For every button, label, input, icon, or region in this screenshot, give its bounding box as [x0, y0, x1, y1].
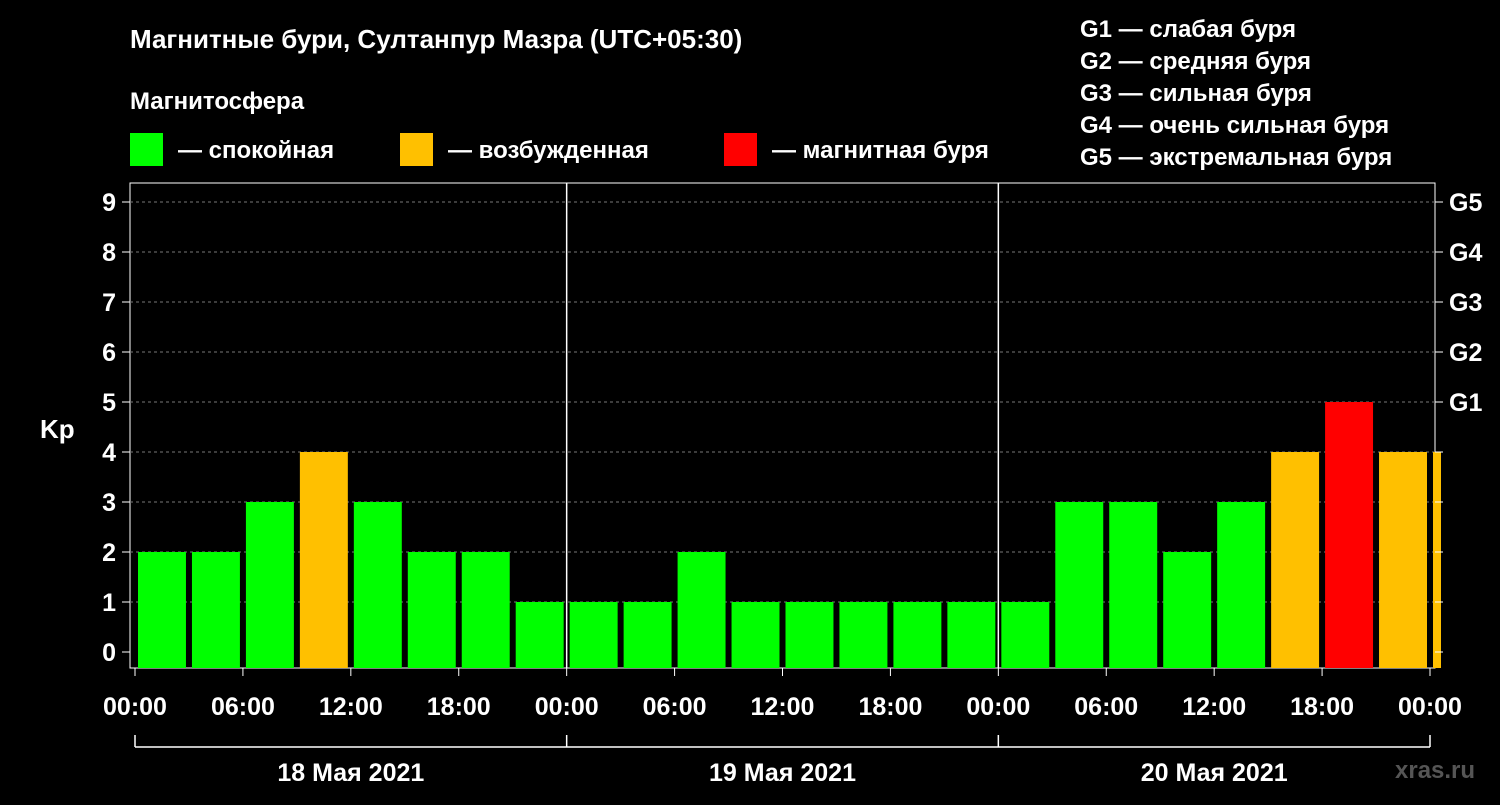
- g-scale-item-1: G1 — слабая буря: [1080, 16, 1296, 43]
- bar: [947, 602, 996, 668]
- date-label: 19 Мая 2021: [709, 759, 856, 787]
- bar: [1325, 402, 1374, 668]
- x-tick-label: 00:00: [103, 693, 167, 721]
- plot-area: 0 1 2 3 4 5 6 7 8 9 G1 G2 G3 G4 G5 00:00 06:00 12:00 18:00…: [102, 182, 1482, 787]
- chart-subtitle: Магнитосфера: [130, 88, 305, 115]
- legend-label-storm: — магнитная буря: [772, 137, 989, 164]
- y-tick-label: 1: [102, 589, 116, 617]
- g-tick-label-G3: G3: [1449, 289, 1482, 317]
- bar: [731, 602, 780, 668]
- bar: [461, 552, 510, 668]
- bar: [1001, 602, 1050, 668]
- bar: [1055, 502, 1104, 668]
- g-scale-item-4: G4 — очень сильная буря: [1080, 112, 1389, 139]
- bar: [623, 602, 672, 668]
- g-scale-item-3: G3 — сильная буря: [1080, 80, 1312, 107]
- bar: [191, 552, 240, 668]
- legend-swatch-active: [400, 133, 433, 166]
- watermark: xras.ru: [1395, 757, 1475, 784]
- y-tick-label: 5: [102, 389, 116, 417]
- bar: [785, 602, 834, 668]
- x-tick-label: 18:00: [858, 693, 922, 721]
- date-label: 20 Мая 2021: [1141, 759, 1288, 787]
- y-tick-label: 6: [102, 339, 116, 367]
- y-tick-label: 0: [102, 639, 116, 667]
- bar: [407, 552, 456, 668]
- g-scale-legend: G1 — слабая буря G2 — средняя буря G3 — си…: [1080, 16, 1392, 171]
- x-tick-label: 12:00: [751, 693, 815, 721]
- legend-label-active: — возбужденная: [448, 137, 649, 164]
- bar: [569, 602, 618, 668]
- status-legend: — спокойная — возбужденная — магнитная бур…: [130, 133, 989, 166]
- x-tick-label: 18:00: [427, 693, 491, 721]
- bar: [1109, 502, 1158, 668]
- y-tick-label: 7: [102, 289, 116, 317]
- bar: [353, 502, 402, 668]
- bar: [1433, 452, 1441, 668]
- x-tick-label: 18:00: [1290, 693, 1354, 721]
- y-tick-label: 9: [102, 189, 116, 217]
- x-tick-label: 00:00: [535, 693, 599, 721]
- g-tick-label-G4: G4: [1449, 239, 1482, 267]
- x-tick-label: 06:00: [211, 693, 275, 721]
- g-tick-label-G5: G5: [1449, 189, 1482, 217]
- kp-chart: Магнитные бури, Султанпур Мазра (UTC+05:…: [40, 16, 1482, 787]
- y-tick-label: 2: [102, 539, 116, 567]
- legend-swatch-storm: [724, 133, 757, 166]
- bar: [893, 602, 942, 668]
- bar: [1217, 502, 1266, 668]
- y-tick-label: 4: [102, 439, 116, 467]
- g-scale-item-5: G5 — экстремальная буря: [1080, 144, 1392, 171]
- y-tick-label: 8: [102, 239, 116, 267]
- bar: [839, 602, 888, 668]
- y-tick-label: 3: [102, 489, 116, 517]
- x-tick-label: 00:00: [1398, 693, 1462, 721]
- legend-label-quiet: — спокойная: [178, 137, 334, 164]
- bar: [138, 552, 186, 668]
- x-tick-label: 06:00: [643, 693, 707, 721]
- g-scale-item-2: G2 — средняя буря: [1080, 48, 1311, 75]
- legend-swatch-quiet: [130, 133, 163, 166]
- x-tick-label: 06:00: [1074, 693, 1138, 721]
- x-tick-label: 12:00: [319, 693, 383, 721]
- bar: [1163, 552, 1212, 668]
- bar: [515, 602, 564, 668]
- y-axis-label: Kp: [40, 414, 75, 444]
- g-tick-label-G2: G2: [1449, 339, 1482, 367]
- bar: [299, 452, 348, 668]
- chart-title: Магнитные бури, Султанпур Мазра (UTC+05:…: [130, 24, 742, 54]
- x-tick-label: 00:00: [966, 693, 1030, 721]
- g-tick-label-G1: G1: [1449, 389, 1482, 417]
- bar: [245, 502, 294, 668]
- bar: [1379, 452, 1427, 668]
- bar: [677, 552, 726, 668]
- x-tick-label: 12:00: [1182, 693, 1246, 721]
- bar: [1271, 452, 1320, 668]
- date-label: 18 Мая 2021: [277, 759, 424, 787]
